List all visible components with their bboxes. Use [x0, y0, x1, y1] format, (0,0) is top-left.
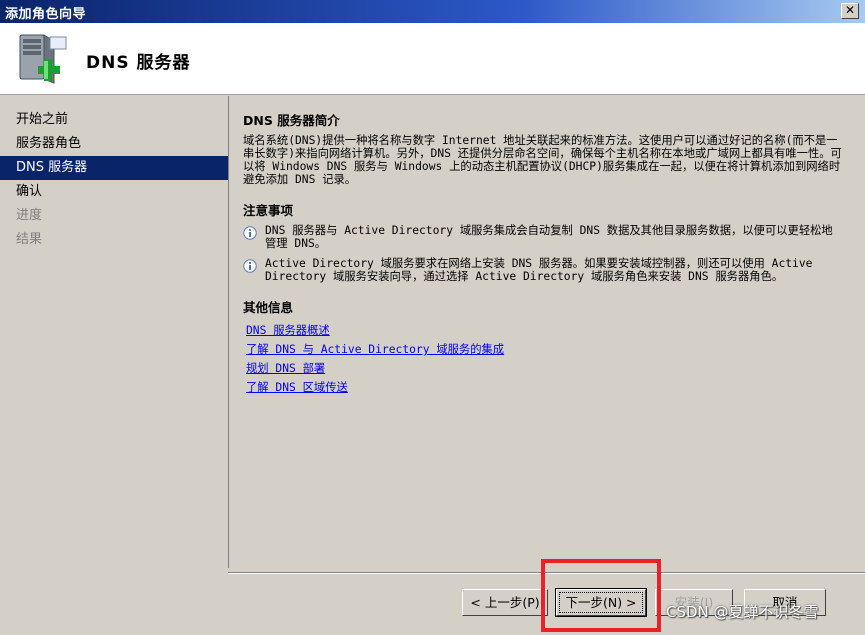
link-dns-overview[interactable]: DNS 服务器概述	[243, 321, 843, 340]
title-bar: 添加角色向导 ✕	[0, 0, 865, 23]
note-item: DNS 服务器与 Active Directory 域服务集成会自动复制 DNS…	[243, 224, 843, 250]
annotation-highlight-box	[541, 559, 661, 632]
link-dns-ad-integration[interactable]: 了解 DNS 与 Active Directory 域服务的集成	[243, 340, 843, 359]
server-add-icon	[19, 34, 67, 84]
step-progress: 进度	[16, 208, 43, 223]
note-text: DNS 服务器与 Active Directory 域服务集成会自动复制 DNS…	[265, 224, 833, 250]
step-confirmation[interactable]: 确认	[0, 180, 228, 204]
step-dns-server[interactable]: DNS 服务器	[0, 156, 228, 180]
info-icon	[243, 259, 257, 273]
page-title: DNS 服务器	[86, 53, 191, 73]
more-info-heading: 其他信息	[243, 300, 294, 315]
note-text: Active Directory 域服务要求在网络上安装 DNS 服务器。如果要…	[265, 257, 813, 283]
watermark: CSDN @夏蝉不识冬雪	[666, 603, 819, 621]
info-icon	[243, 226, 257, 240]
link-dns-planning[interactable]: 规划 DNS 部署	[243, 359, 843, 378]
wizard-steps: 开始之前 服务器角色 DNS 服务器 确认 进度 结果	[0, 96, 228, 635]
step-server-roles[interactable]: 服务器角色	[0, 132, 228, 156]
notes-heading: 注意事项	[243, 203, 294, 218]
wizard-header: DNS 服务器	[0, 23, 865, 95]
content-pane: DNS 服务器简介 域名系统(DNS)提供一种将名称与数字 Internet 地…	[228, 96, 865, 568]
back-button[interactable]: < 上一步(P)	[462, 589, 548, 616]
intro-heading: DNS 服务器简介	[243, 113, 340, 128]
window-title: 添加角色向导	[5, 7, 87, 22]
link-dns-zone-transfer[interactable]: 了解 DNS 区域传送	[243, 378, 843, 397]
step-before-you-begin[interactable]: 开始之前	[0, 108, 228, 132]
note-item: Active Directory 域服务要求在网络上安装 DNS 服务器。如果要…	[243, 257, 843, 283]
close-button[interactable]: ✕	[841, 3, 859, 19]
intro-text: 域名系统(DNS)提供一种将名称与数字 Internet 地址关联起来的标准方法…	[243, 134, 842, 186]
more-info-links: DNS 服务器概述 了解 DNS 与 Active Directory 域服务的…	[243, 321, 843, 397]
step-results: 结果	[16, 232, 43, 247]
